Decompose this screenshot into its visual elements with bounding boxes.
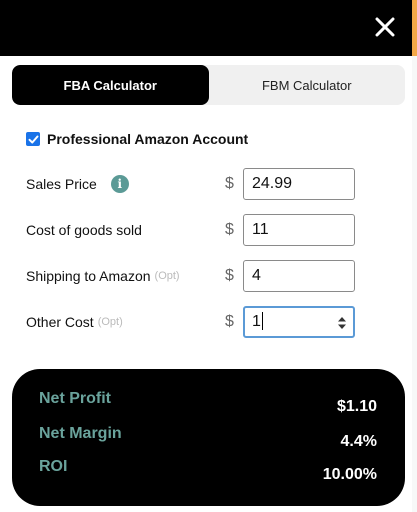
calculator-popup: FBA Calculator FBM Calculator Profession…	[0, 0, 412, 512]
net-margin-row: Net Margin 4.4%	[39, 423, 377, 450]
shipping-row: Shipping to Amazon (Opt) $ 4	[26, 260, 356, 292]
other-cost-label: Other Cost	[26, 314, 94, 330]
text-caret	[261, 311, 263, 330]
other-cost-label-wrap: Other Cost (Opt)	[26, 314, 123, 330]
cogs-input[interactable]: 11	[243, 214, 355, 246]
cogs-row: Cost of goods sold $ 11	[26, 214, 356, 246]
shipping-value: 4	[252, 267, 261, 284]
close-icon	[375, 17, 395, 37]
professional-account-label: Professional Amazon Account	[47, 131, 249, 147]
sales-price-value: 24.99	[252, 175, 293, 192]
info-icon[interactable]: i	[110, 175, 129, 193]
cogs-label: Cost of goods sold	[26, 222, 142, 238]
tab-fba-calculator[interactable]: FBA Calculator	[12, 65, 209, 105]
professional-account-checkbox[interactable]	[26, 132, 40, 146]
sales-price-input[interactable]: 24.99	[243, 168, 355, 200]
currency-symbol: $	[225, 313, 234, 330]
currency-symbol: $	[225, 267, 234, 284]
other-cost-row: Other Cost (Opt) $ 1	[26, 306, 356, 338]
other-cost-value: 1	[252, 313, 261, 330]
shipping-label-wrap: Shipping to Amazon (Opt)	[26, 268, 180, 284]
background-header-right	[412, 0, 417, 56]
shipping-input[interactable]: 4	[243, 260, 355, 292]
shipping-label: Shipping to Amazon	[26, 268, 151, 284]
currency-symbol: $	[225, 175, 234, 192]
net-margin-label: Net Margin	[39, 425, 122, 442]
checkmark-icon	[28, 135, 38, 143]
sales-price-label-wrap: Sales Price i	[26, 175, 129, 193]
sales-price-row: Sales Price i $ 24.99	[26, 168, 356, 200]
net-profit-value: $1.10	[336, 398, 377, 415]
background-page-right	[412, 56, 417, 512]
currency-symbol: $	[225, 221, 234, 238]
net-profit-row: Net Profit $1.10	[39, 388, 377, 415]
roi-value: 10.00%	[322, 466, 377, 483]
tab-fbm-calculator[interactable]: FBM Calculator	[209, 65, 406, 105]
results-panel: Net Profit $1.10 Net Margin 4.4% ROI 10.…	[12, 369, 405, 506]
other-cost-input[interactable]: 1	[243, 306, 355, 338]
sales-price-label: Sales Price	[26, 176, 97, 192]
cogs-value: 11	[252, 221, 269, 238]
net-margin-value: 4.4%	[340, 433, 377, 450]
spinner-arrows-icon	[338, 317, 346, 329]
professional-account-toggle[interactable]: Professional Amazon Account	[26, 131, 248, 147]
roi-row: ROI 10.00%	[39, 456, 377, 483]
close-button[interactable]	[372, 14, 398, 40]
optional-tag: (Opt)	[154, 270, 180, 282]
roi-label: ROI	[39, 458, 68, 475]
number-spinner[interactable]	[337, 314, 347, 332]
popup-header	[0, 0, 412, 56]
calculator-tabs: FBA Calculator FBM Calculator	[12, 65, 405, 105]
net-profit-label: Net Profit	[39, 390, 111, 407]
optional-tag: (Opt)	[97, 316, 123, 328]
